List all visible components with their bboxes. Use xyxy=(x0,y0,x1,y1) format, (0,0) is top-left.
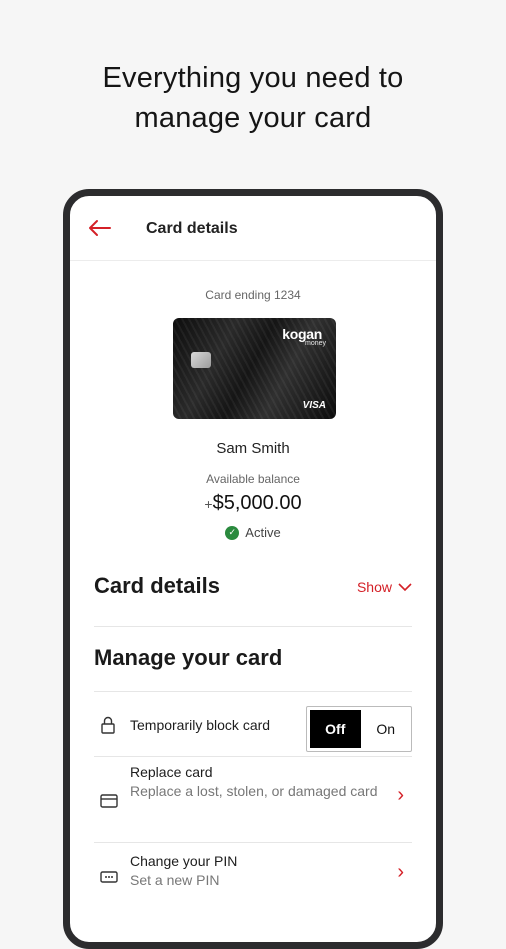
divider xyxy=(94,756,412,757)
balance-value: $5,000.00 xyxy=(212,492,302,514)
headline-line-2: manage your card xyxy=(134,102,372,134)
change-pin-row[interactable]: Change your PIN Set a new PIN › xyxy=(94,853,412,899)
replace-card-label: Replace card xyxy=(130,764,213,780)
block-card-toggle[interactable]: Off On xyxy=(306,706,412,752)
change-pin-text: Change your PIN Set a new PIN xyxy=(130,853,380,892)
replace-card-row[interactable]: Replace card Replace a lost, stolen, or … xyxy=(94,764,412,832)
change-pin-sub: Set a new PIN xyxy=(130,872,220,888)
balance-label: Available balance xyxy=(206,472,300,486)
show-card-details-button[interactable]: Show xyxy=(357,579,412,595)
chevron-down-icon xyxy=(398,583,412,592)
chevron-right-icon: › xyxy=(397,784,404,806)
divider xyxy=(94,626,412,627)
check-circle-icon: ✓ xyxy=(225,525,240,540)
card-details-section: Card details Show xyxy=(94,573,412,599)
manage-heading: Manage your card xyxy=(94,645,283,670)
block-card-row: Temporarily block card Off On xyxy=(94,706,412,752)
back-arrow-icon[interactable] xyxy=(86,218,112,238)
show-label: Show xyxy=(356,579,392,595)
balance-amount: +$5,000.00 xyxy=(70,492,436,515)
card-icon xyxy=(100,794,118,808)
headline: Everything you need to manage your card xyxy=(0,58,506,138)
headline-line-1: Everything you need to xyxy=(102,62,404,94)
status-text: Active xyxy=(245,525,281,540)
divider xyxy=(94,691,412,692)
card-holder-name: Sam Smith xyxy=(216,440,290,457)
visa-logo: VISA xyxy=(302,400,326,411)
status-badge: ✓ Active xyxy=(70,525,436,540)
phone-frame: Card details Card ending 1234 kogan mone… xyxy=(63,189,443,949)
change-pin-label: Change your PIN xyxy=(130,853,238,869)
card-chip-icon xyxy=(191,352,211,368)
card-ending-label: Card ending 1234 xyxy=(205,288,301,302)
page-title: Card details xyxy=(146,220,238,237)
toggle-on-option[interactable]: On xyxy=(361,707,412,751)
card-brand-sub: money xyxy=(304,340,326,347)
top-bar: Card details xyxy=(70,196,436,261)
manage-section: Manage your card xyxy=(94,645,412,671)
chevron-right-icon: › xyxy=(397,861,404,883)
lock-icon xyxy=(101,716,115,734)
replace-card-text: Replace card Replace a lost, stolen, or … xyxy=(130,764,380,803)
block-card-label: Temporarily block card xyxy=(130,717,271,733)
card-image: kogan money VISA xyxy=(173,318,336,419)
balance-sign: + xyxy=(204,496,213,512)
divider xyxy=(94,842,412,843)
replace-card-sub: Replace a lost, stolen, or damaged card xyxy=(130,783,378,799)
toggle-off-option[interactable]: Off xyxy=(310,710,361,748)
pin-pad-icon xyxy=(100,871,118,883)
